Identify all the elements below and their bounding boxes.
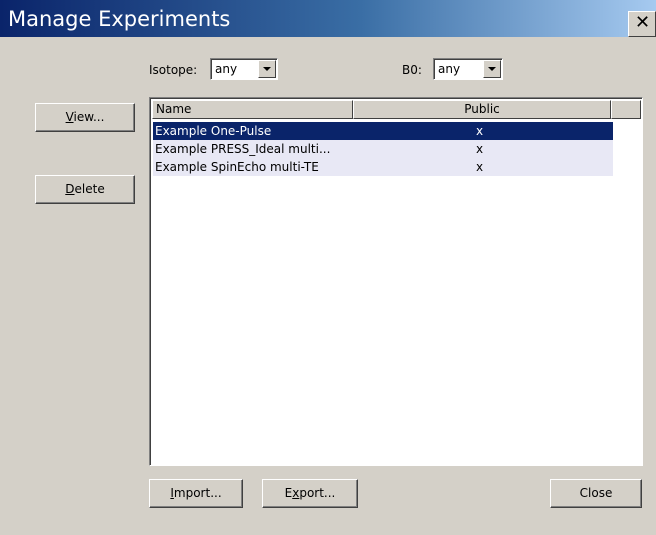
- table-row[interactable]: Example PRESS_Ideal multi... x: [153, 140, 613, 158]
- isotope-select[interactable]: any: [210, 58, 278, 80]
- view-button[interactable]: View...: [35, 103, 135, 132]
- delete-button-label: elete: [74, 182, 105, 196]
- column-header-name[interactable]: Name: [152, 100, 353, 119]
- title-bar[interactable]: Manage Experiments ✕: [0, 0, 656, 37]
- table-row[interactable]: Example SpinEcho multi-TE x: [153, 158, 613, 176]
- row-public: x: [476, 160, 484, 174]
- isotope-select-value: any: [215, 62, 238, 76]
- export-button-label: port...: [299, 486, 336, 500]
- chevron-down-icon[interactable]: [258, 60, 276, 78]
- close-button-label: Close: [579, 486, 613, 500]
- row-name: Example SpinEcho multi-TE: [155, 160, 319, 174]
- view-button-mnemonic: V: [65, 110, 74, 124]
- delete-button-mnemonic: D: [65, 182, 75, 196]
- export-button[interactable]: Export...: [262, 479, 358, 508]
- experiments-table[interactable]: Name Public Example One-Pulse x Example …: [149, 97, 643, 466]
- b0-select-value: any: [438, 62, 461, 76]
- isotope-label: Isotope:: [149, 63, 198, 77]
- view-button-label: iew...: [73, 110, 105, 124]
- close-icon: ✕: [635, 12, 651, 33]
- row-public: x: [476, 142, 484, 156]
- manage-experiments-dialog: Manage Experiments ✕ Isotope: any B0: an…: [0, 0, 656, 535]
- window-title: Manage Experiments: [8, 7, 231, 31]
- close-window-button[interactable]: ✕: [628, 11, 656, 37]
- column-header-filler: [611, 100, 641, 119]
- import-button[interactable]: Import...: [149, 479, 243, 508]
- row-name: Example One-Pulse: [155, 124, 272, 138]
- b0-label: B0:: [402, 63, 422, 77]
- row-public: x: [476, 124, 484, 138]
- row-name: Example PRESS_Ideal multi...: [155, 142, 331, 156]
- close-button[interactable]: Close: [550, 479, 642, 508]
- import-button-label: mport...: [173, 486, 222, 500]
- table-row[interactable]: Example One-Pulse x: [153, 122, 613, 140]
- b0-select[interactable]: any: [433, 58, 503, 80]
- chevron-down-icon[interactable]: [483, 60, 501, 78]
- delete-button[interactable]: Delete: [35, 175, 135, 204]
- column-header-public[interactable]: Public: [353, 100, 611, 119]
